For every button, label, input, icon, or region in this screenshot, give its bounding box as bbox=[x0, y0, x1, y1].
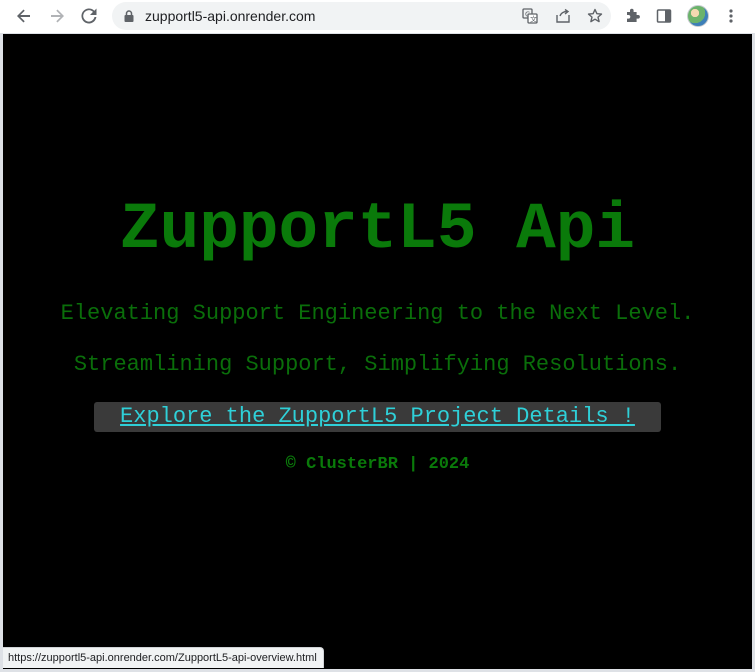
lock-icon[interactable] bbox=[122, 9, 136, 23]
browser-window: zupportl5-api.onrender.com G文 ZupportL5 … bbox=[0, 0, 755, 672]
arrow-right-icon bbox=[48, 7, 66, 25]
puzzle-icon[interactable] bbox=[623, 6, 643, 26]
page-title: ZupportL5 Api bbox=[120, 192, 635, 267]
project-link-highlight: Explore the ZupportL5 Project Details ! bbox=[94, 402, 661, 432]
project-details-link[interactable]: Explore the ZupportL5 Project Details ! bbox=[120, 404, 635, 429]
reload-icon bbox=[80, 7, 98, 25]
translate-icon[interactable]: G文 bbox=[521, 7, 539, 25]
url-text[interactable]: zupportl5-api.onrender.com bbox=[145, 7, 315, 25]
link-status-bubble: https://zupportl5-api.onrender.com/Zuppo… bbox=[3, 647, 324, 668]
svg-text:文: 文 bbox=[530, 15, 537, 24]
copyright-footer: © ClusterBR | 2024 bbox=[285, 455, 470, 474]
star-icon[interactable] bbox=[586, 7, 604, 25]
browser-toolbar: zupportl5-api.onrender.com G文 bbox=[0, 0, 755, 33]
page-viewport: ZupportL5 Api Elevating Support Engineer… bbox=[3, 34, 752, 669]
profile-avatar[interactable] bbox=[687, 5, 709, 27]
tagline-secondary: Streamlining Support, Simplifying Resolu… bbox=[73, 352, 682, 377]
kebab-menu-icon[interactable] bbox=[721, 6, 741, 26]
tagline-primary: Elevating Support Engineering to the Nex… bbox=[60, 301, 695, 326]
back-button[interactable] bbox=[11, 4, 37, 28]
address-bar[interactable]: zupportl5-api.onrender.com G文 bbox=[112, 2, 611, 30]
share-icon[interactable] bbox=[554, 7, 572, 25]
arrow-left-icon bbox=[15, 7, 33, 25]
forward-button[interactable] bbox=[44, 4, 70, 28]
side-panel-icon[interactable] bbox=[654, 6, 674, 26]
reload-button[interactable] bbox=[76, 4, 102, 28]
